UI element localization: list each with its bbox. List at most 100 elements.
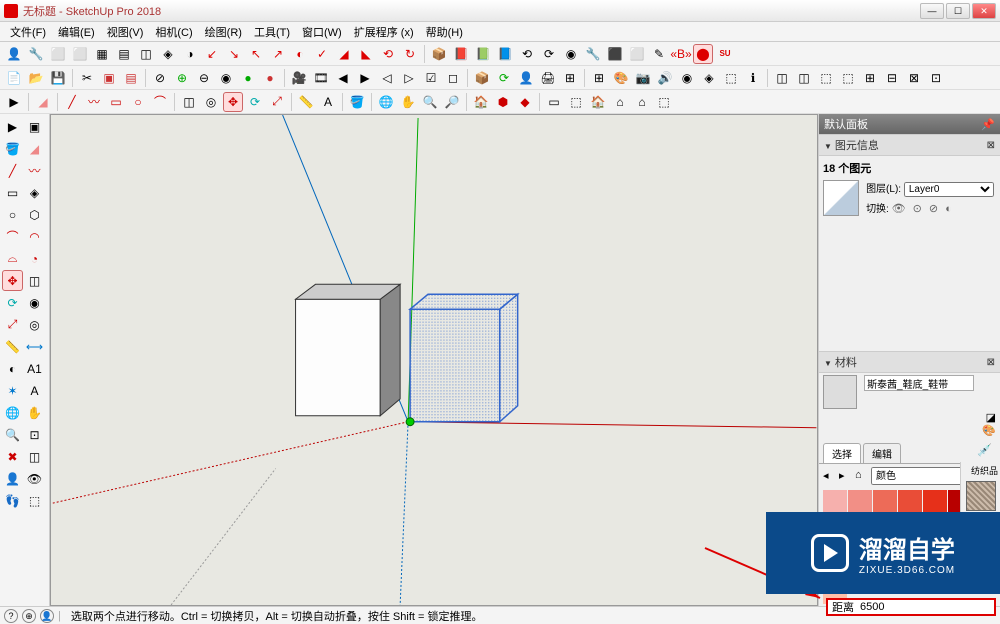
tool-icon[interactable]: 📗 [473, 44, 493, 64]
eraser-icon[interactable]: ◢ [33, 92, 53, 112]
tool-icon[interactable]: ⬚ [566, 92, 586, 112]
tool-icon[interactable]: ⟳ [539, 44, 559, 64]
open-icon[interactable]: 📂 [26, 68, 46, 88]
freehand-tool[interactable]: 〰 [24, 160, 45, 181]
tool-icon[interactable]: ◀ [333, 68, 353, 88]
arc2-tool[interactable]: ◠ [24, 226, 45, 247]
pushpull-icon[interactable]: ◫ [179, 92, 199, 112]
save-icon[interactable]: 💾 [48, 68, 68, 88]
tool[interactable]: ◫ [24, 446, 45, 467]
view-icon[interactable]: ⊞ [860, 68, 880, 88]
tool-icon[interactable]: ⊞ [560, 68, 580, 88]
tool-icon[interactable]: ▦ [92, 44, 112, 64]
tool-icon[interactable]: «B» [671, 44, 691, 64]
tool-icon[interactable]: ◈ [158, 44, 178, 64]
view-icon[interactable]: ⊟ [882, 68, 902, 88]
tool-icon[interactable]: ▭ [544, 92, 564, 112]
tool-icon[interactable]: ⬢ [493, 92, 513, 112]
tool-icon[interactable]: SU [715, 44, 735, 64]
tool-icon[interactable]: ◐ [290, 44, 310, 64]
line-icon[interactable]: ╱ [62, 92, 82, 112]
tool-icon[interactable]: ⊘ [150, 68, 170, 88]
3d-viewport[interactable] [50, 114, 818, 606]
close-icon[interactable]: ⊠ [987, 140, 995, 151]
tab-select[interactable]: 选择 [823, 443, 861, 463]
rect-tool[interactable]: ▭ [2, 182, 23, 203]
dim-tool[interactable]: ⟷ [24, 336, 45, 357]
paint-icon[interactable]: 🪣 [347, 92, 367, 112]
axes-tool[interactable]: ✶ [2, 380, 23, 401]
arc3-tool[interactable]: ⌓ [2, 248, 23, 269]
default-front-icon[interactable]: ◪ [986, 412, 996, 424]
tool-icon[interactable]: ◉ [561, 44, 581, 64]
freehand-icon[interactable]: 〰 [84, 92, 104, 112]
back-icon[interactable]: ◂ [823, 469, 837, 483]
tool-icon[interactable]: ▷ [399, 68, 419, 88]
tool-icon[interactable]: ↘ [224, 44, 244, 64]
rectangle-icon[interactable]: ▭ [106, 92, 126, 112]
tool-icon[interactable]: ↗ [268, 44, 288, 64]
view-icon[interactable]: ⬚ [838, 68, 858, 88]
menu-window[interactable]: 窗口(W) [296, 24, 348, 40]
menu-help[interactable]: 帮助(H) [420, 24, 469, 40]
color-swatch[interactable] [873, 490, 897, 512]
view-icon[interactable]: ◫ [794, 68, 814, 88]
maximize-button[interactable]: ☐ [946, 3, 970, 19]
tool-icon[interactable]: ◆ [515, 92, 535, 112]
pie-tool[interactable]: ◔ [24, 248, 45, 269]
line-tool[interactable]: ╱ [2, 160, 23, 181]
forward-icon[interactable]: ▸ [839, 469, 853, 483]
view-icon[interactable]: ◫ [772, 68, 792, 88]
offset-tool[interactable]: ◎ [24, 314, 45, 335]
menu-extensions[interactable]: 扩展程序 (x) [348, 24, 420, 40]
tool-icon[interactable]: ⬚ [654, 92, 674, 112]
tool-icon[interactable]: ↻ [400, 44, 420, 64]
tray-header[interactable]: 默认面板 📌 [819, 114, 1000, 134]
paint-tool[interactable]: 🪣 [2, 138, 23, 159]
minimize-button[interactable]: — [920, 3, 944, 19]
warehouse-icon[interactable]: 📦 [472, 68, 492, 88]
tool-icon[interactable]: 🏠 [471, 92, 491, 112]
tool-icon[interactable]: ⌂ [610, 92, 630, 112]
component-tool[interactable]: ▣ [24, 116, 45, 137]
color-swatch[interactable] [823, 490, 847, 512]
walk-tool[interactable]: 👣 [2, 490, 23, 511]
tool-icon[interactable]: ⬛ [605, 44, 625, 64]
color-swatch[interactable] [848, 490, 872, 512]
followme-tool[interactable]: ◉ [24, 292, 45, 313]
tool-icon[interactable]: ▤ [114, 44, 134, 64]
view-icon[interactable]: ⬚ [816, 68, 836, 88]
tool-icon[interactable]: ↙ [202, 44, 222, 64]
offset-icon[interactable]: ◎ [201, 92, 221, 112]
look-tool[interactable]: 👁 [24, 468, 45, 489]
tool-icon[interactable]: 📕 [451, 44, 471, 64]
tool-icon[interactable]: ⬜ [70, 44, 90, 64]
tool-icon[interactable]: ⬤ [693, 44, 713, 64]
tool-icon[interactable]: 🎞 [311, 68, 331, 88]
tool-icon[interactable]: ✓ [312, 44, 332, 64]
pan-tool[interactable]: ✋ [24, 402, 45, 423]
zoomwin-tool[interactable]: ⊡ [24, 424, 45, 445]
pushpull-tool[interactable]: ◫ [24, 270, 45, 291]
tool-icon[interactable]: 🎥 [289, 68, 309, 88]
tool-icon[interactable]: 🎨 [611, 68, 631, 88]
tool-icon[interactable]: ◉ [677, 68, 697, 88]
tool-icon[interactable]: 🏠 [588, 92, 608, 112]
eraser-tool[interactable]: ◢ [24, 138, 45, 159]
current-material-swatch[interactable] [823, 375, 857, 409]
tray-pin-icon[interactable]: 📌 [981, 118, 995, 131]
eyedropper-icon[interactable]: 💉 [973, 443, 996, 463]
position-tool[interactable]: 👤 [2, 468, 23, 489]
menu-draw[interactable]: 绘图(R) [199, 24, 248, 40]
cut-icon[interactable]: ✂ [77, 68, 97, 88]
tool-icon[interactable]: 👤 [4, 44, 24, 64]
color-swatch[interactable] [898, 490, 922, 512]
tool-icon[interactable]: 🔧 [583, 44, 603, 64]
tool-icon[interactable]: ◣ [356, 44, 376, 64]
menu-edit[interactable]: 编辑(E) [52, 24, 101, 40]
polygon-tool[interactable]: ⬡ [24, 204, 45, 225]
print-icon[interactable]: 🖨 [538, 68, 558, 88]
rotate-icon[interactable]: ⟳ [245, 92, 265, 112]
text-icon[interactable]: A [318, 92, 338, 112]
view-icon[interactable]: ⊡ [926, 68, 946, 88]
